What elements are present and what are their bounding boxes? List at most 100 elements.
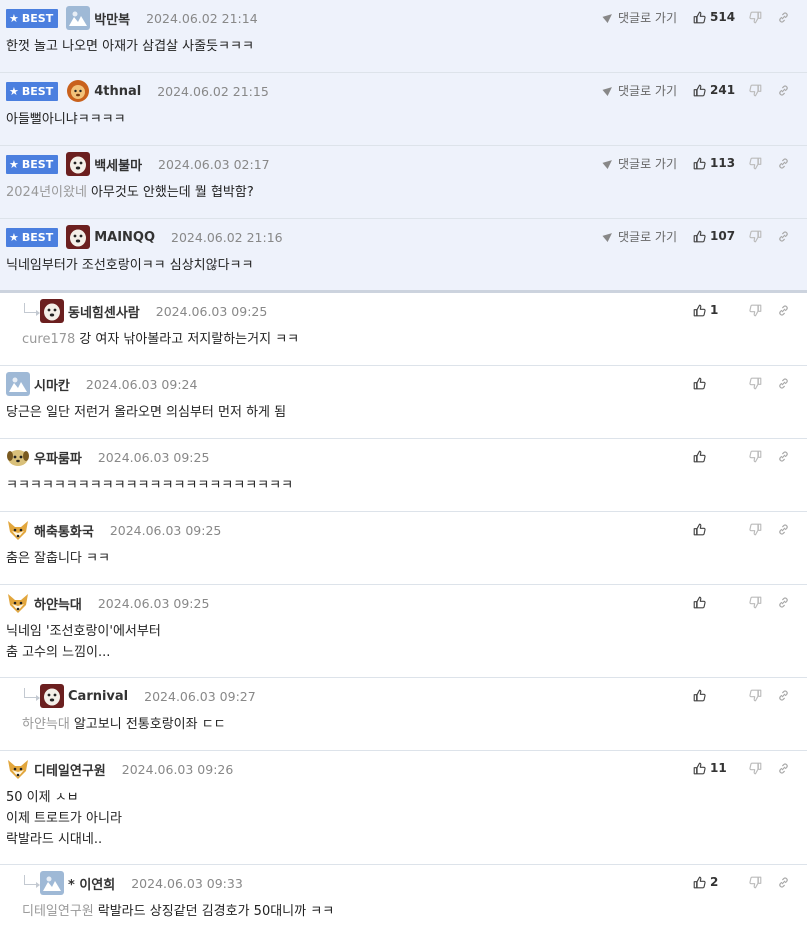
ice-avatar[interactable]: [40, 871, 66, 895]
like-count: 11: [710, 761, 727, 775]
share-link-button[interactable]: [769, 523, 797, 536]
share-link-button[interactable]: [769, 689, 797, 702]
dislike-button[interactable]: [741, 523, 769, 536]
dog-avatar[interactable]: [40, 299, 66, 323]
like-button[interactable]: 2: [693, 875, 741, 889]
thumbs-down-icon: [748, 596, 761, 608]
dislike-button[interactable]: [741, 304, 769, 317]
reply-target[interactable]: cure178: [22, 332, 75, 347]
dislike-button[interactable]: [741, 377, 769, 390]
nickname[interactable]: 시마칸: [34, 375, 70, 394]
share-link-button[interactable]: [769, 876, 797, 889]
comment-date: 2024.06.03 09:25: [97, 595, 210, 611]
comment-date: 2024.06.03 09:25: [97, 449, 210, 465]
pup-avatar[interactable]: [6, 445, 32, 469]
dislike-button[interactable]: [741, 11, 769, 24]
dislike-button[interactable]: [741, 689, 769, 702]
comment-body: 춤은 잘춥니다 ㅋㅋ: [6, 548, 797, 569]
fox-avatar[interactable]: [6, 518, 32, 542]
dislike-button[interactable]: [741, 450, 769, 463]
nickname[interactable]: 디테일연구원: [34, 760, 106, 779]
ice-avatar[interactable]: [6, 372, 32, 396]
reply-target[interactable]: 2024년이왔네: [6, 185, 87, 200]
share-link-button[interactable]: [769, 596, 797, 609]
best-label: BEST: [21, 157, 54, 171]
comment-item: ★ BEST 백세불마 2024.06.03 02:17 2024년이왔네 아무것도…: [0, 146, 807, 219]
nickname[interactable]: MAINQQ: [94, 230, 155, 245]
dislike-button[interactable]: [741, 876, 769, 889]
thumbs-down-icon: [748, 157, 761, 169]
comment-item: Carnival 2024.06.03 09:27 하얀늑대 알고보니 전통호랑이…: [0, 678, 807, 751]
goto-reply-label: 댓글로 가기: [617, 83, 677, 98]
nickname[interactable]: * 이연희: [68, 874, 115, 893]
comment-tools: 댓글로 가기 241: [602, 80, 797, 100]
nickname[interactable]: 하얀늑대: [34, 594, 82, 613]
comment-body: 당근은 일단 저런거 올라오면 의심부터 먼저 하게 됨: [6, 402, 797, 423]
share-link-button[interactable]: [769, 450, 797, 463]
nickname[interactable]: 박만복: [94, 9, 130, 28]
comment-tools: [693, 592, 797, 612]
like-count: 514: [710, 10, 736, 24]
nickname[interactable]: Carnival: [68, 689, 128, 704]
comment-body: 50 이제 ㅅㅂ 이제 트로트가 아니라 락발라드 시대네..: [6, 787, 797, 850]
link-icon: [778, 84, 788, 96]
goto-reply-button[interactable]: 댓글로 가기: [602, 155, 677, 172]
lion-avatar[interactable]: [66, 79, 92, 103]
like-button[interactable]: [693, 689, 741, 702]
dislike-button[interactable]: [741, 762, 769, 775]
dog-avatar[interactable]: [66, 225, 92, 249]
like-button[interactable]: [693, 377, 741, 390]
share-link-button[interactable]: [769, 377, 797, 390]
share-link-button[interactable]: [769, 84, 797, 97]
nickname[interactable]: 동네힘센사람: [68, 302, 140, 321]
share-link-button[interactable]: [769, 11, 797, 24]
comment-tools: 2: [693, 872, 797, 892]
comment-body: ㅋㅋㅋㅋㅋㅋㅋㅋㅋㅋㅋㅋㅋㅋㅋㅋㅋㅋㅋㅋㅋㅋㅋㅋ: [6, 475, 797, 496]
thumbs-up-icon: [693, 230, 706, 242]
thumbs-up-icon: [693, 689, 706, 701]
share-link-button[interactable]: [769, 762, 797, 775]
arrow-icon: [602, 230, 615, 242]
comment-body: 아들뻘아니냐ㅋㅋㅋㅋ: [6, 109, 797, 130]
nickname[interactable]: 4thnal: [94, 84, 141, 99]
comment-text: 아무것도 안했는데 뭘 협박함?: [90, 185, 254, 200]
like-button[interactable]: 1: [693, 303, 741, 317]
like-button[interactable]: [693, 523, 741, 536]
comment-item: ★ BEST 박만복 2024.06.02 21:14 한껏 놀고 나오면 아재가…: [0, 0, 807, 73]
share-link-button[interactable]: [769, 157, 797, 170]
like-button[interactable]: [693, 450, 741, 463]
share-link-button[interactable]: [769, 230, 797, 243]
dislike-button[interactable]: [741, 230, 769, 243]
nickname[interactable]: 우파룸파: [34, 448, 82, 467]
nickname[interactable]: 해축통화국: [34, 521, 94, 540]
goto-reply-button[interactable]: 댓글로 가기: [602, 9, 677, 26]
goto-reply-button[interactable]: 댓글로 가기: [602, 82, 677, 99]
comment-body: 한껏 놀고 나오면 아재가 삼겹살 사줄듯ㅋㅋㅋ: [6, 36, 797, 57]
reply-target[interactable]: 하얀늑대: [22, 717, 70, 732]
like-button[interactable]: 514: [693, 10, 741, 24]
dislike-button[interactable]: [741, 84, 769, 97]
dog-avatar[interactable]: [40, 684, 66, 708]
like-button[interactable]: [693, 596, 741, 609]
fox-avatar[interactable]: [6, 757, 32, 781]
dislike-button[interactable]: [741, 157, 769, 170]
fox-avatar[interactable]: [6, 591, 32, 615]
dislike-button[interactable]: [741, 596, 769, 609]
like-button[interactable]: 107: [693, 229, 741, 243]
goto-reply-button[interactable]: 댓글로 가기: [602, 228, 677, 245]
reply-target[interactable]: 디테일연구원: [22, 904, 94, 919]
nickname[interactable]: 백세불마: [94, 155, 142, 174]
like-button[interactable]: 241: [693, 83, 741, 97]
like-button[interactable]: 11: [693, 761, 741, 775]
comment-date: 2024.06.02 21:14: [146, 10, 258, 26]
like-button[interactable]: 113: [693, 156, 741, 170]
like-count: 241: [710, 83, 736, 97]
comment-tools: 11: [693, 758, 797, 778]
comment-tools: [693, 373, 797, 393]
thumbs-up-icon: [693, 762, 706, 774]
dog-avatar[interactable]: [66, 152, 92, 176]
best-badge: ★ BEST: [6, 227, 59, 247]
ice-avatar[interactable]: [66, 6, 92, 30]
comment-body: 닉네임 '조선호랑이'에서부터 춤 고수의 느낌이...: [6, 621, 797, 663]
share-link-button[interactable]: [769, 304, 797, 317]
